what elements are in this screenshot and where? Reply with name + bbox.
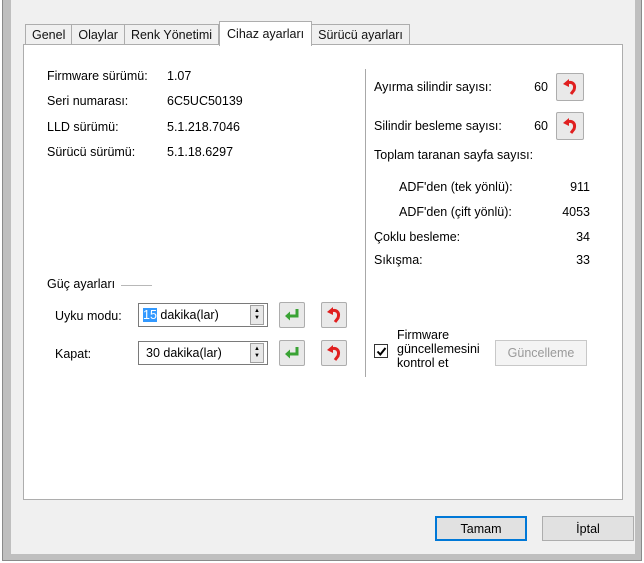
spin-up-icon[interactable]: ▲ [254,346,260,353]
dialog-window: Genel Olaylar Renk Yönetimi Cihaz ayarla… [2,0,642,561]
cancel-button[interactable]: İptal [542,516,634,541]
green-enter-arrow-icon [285,347,299,359]
separation-roller-reset-button[interactable] [556,73,584,101]
adf-simplex-label: ADF'den (tek yönlü): [399,180,513,194]
multifeed-value: 34 [576,230,590,244]
green-enter-arrow-icon [285,309,299,321]
reset-arrow-icon [563,118,576,134]
firmware-version-value: 1.07 [167,69,192,83]
spin-down-icon[interactable]: ▼ [254,353,260,360]
adf-duplex-value: 4053 [562,205,590,219]
ok-button[interactable]: Tamam [435,516,527,541]
lld-version-value: 5.1.218.7046 [167,120,240,134]
driver-version-row: Sürücü sürümü: 5.1.18.6297 [47,145,233,159]
total-scanned-label: Toplam taranan sayfa sayısı: [374,148,534,162]
spin-down-icon[interactable]: ▼ [254,315,260,322]
power-group-line [120,285,152,286]
firmware-update-checkbox[interactable] [374,344,388,358]
turn-off-stepper[interactable]: ▲ ▼ [250,343,264,363]
update-button[interactable]: Güncelleme [495,340,587,366]
turn-off-spinner[interactable]: 30 dakika(lar) ▲ ▼ [138,341,268,365]
firmware-version-row: Firmware sürümü: 1.07 [47,69,191,83]
power-group-title: Güç ayarları [47,277,122,291]
lld-version-label: LLD sürümü: [47,120,119,134]
driver-version-value: 5.1.18.6297 [167,145,234,159]
sleep-reset-button[interactable] [321,302,347,328]
reset-arrow-icon [327,345,340,361]
device-settings-panel: Firmware sürümü: 1.07 Seri numarası: 6C5… [23,44,623,500]
sleep-mode-label: Uyku modu: [55,309,122,323]
sleep-mode-text: 15 dakika(lar) [139,308,250,322]
multifeed-label: Çoklu besleme: [374,230,461,244]
tab-olaylar[interactable]: Olaylar [72,24,125,45]
separation-roller-label: Ayırma silindir sayısı: [374,80,492,94]
turn-off-value: 30 dakika(lar) [146,346,222,360]
sleep-apply-button[interactable] [279,302,305,328]
reset-arrow-icon [327,307,340,323]
sleep-mode-value: 15 [143,308,157,322]
checkmark-icon [376,346,386,356]
jam-value: 33 [576,253,590,267]
sleep-mode-unit: dakika(lar) [156,308,219,322]
adf-duplex-label: ADF'den (çift yönlü): [399,205,512,219]
serial-number-label: Seri numarası: [47,94,129,108]
turn-off-label: Kapat: [55,347,92,361]
tab-surucu-ayarlari[interactable]: Sürücü ayarları [312,24,410,45]
turn-off-apply-button[interactable] [279,340,305,366]
window-left-border [3,0,11,560]
tab-genel[interactable]: Genel [25,24,73,45]
window-bottom-border [3,554,641,560]
serial-number-row: Seri numarası: 6C5UC50139 [47,94,243,108]
adf-simplex-value: 911 [570,180,590,194]
vertical-divider [365,69,366,377]
firmware-version-label: Firmware sürümü: [47,69,148,83]
window-right-border [635,0,641,560]
separation-roller-value: 60 [534,80,548,94]
jam-label: Sıkışma: [374,253,423,267]
serial-number-value: 6C5UC50139 [167,94,243,108]
spin-up-icon[interactable]: ▲ [254,308,260,315]
feed-roller-reset-button[interactable] [556,112,584,140]
tab-renk-yonetimi[interactable]: Renk Yönetimi [124,24,220,45]
reset-arrow-icon [563,79,576,95]
turn-off-reset-button[interactable] [321,340,347,366]
sleep-mode-stepper[interactable]: ▲ ▼ [250,305,264,325]
firmware-update-label-line3: kontrol et [397,356,449,370]
feed-roller-value: 60 [534,119,548,133]
feed-roller-label: Silindir besleme sayısı: [374,119,502,133]
firmware-update-label-line1: Firmware [397,328,450,342]
tab-cihaz-ayarlari[interactable]: Cihaz ayarları [219,21,313,46]
firmware-update-label-line2: güncellemesini [397,342,480,356]
lld-version-row: LLD sürümü: 5.1.218.7046 [47,120,240,134]
firmware-update-label[interactable]: Firmware güncellemesini kontrol et [397,328,480,370]
sleep-mode-spinner[interactable]: 15 dakika(lar) ▲ ▼ [138,303,268,327]
tab-bar: Genel Olaylar Renk Yönetimi Cihaz ayarla… [25,21,410,46]
driver-version-label: Sürücü sürümü: [47,145,136,159]
